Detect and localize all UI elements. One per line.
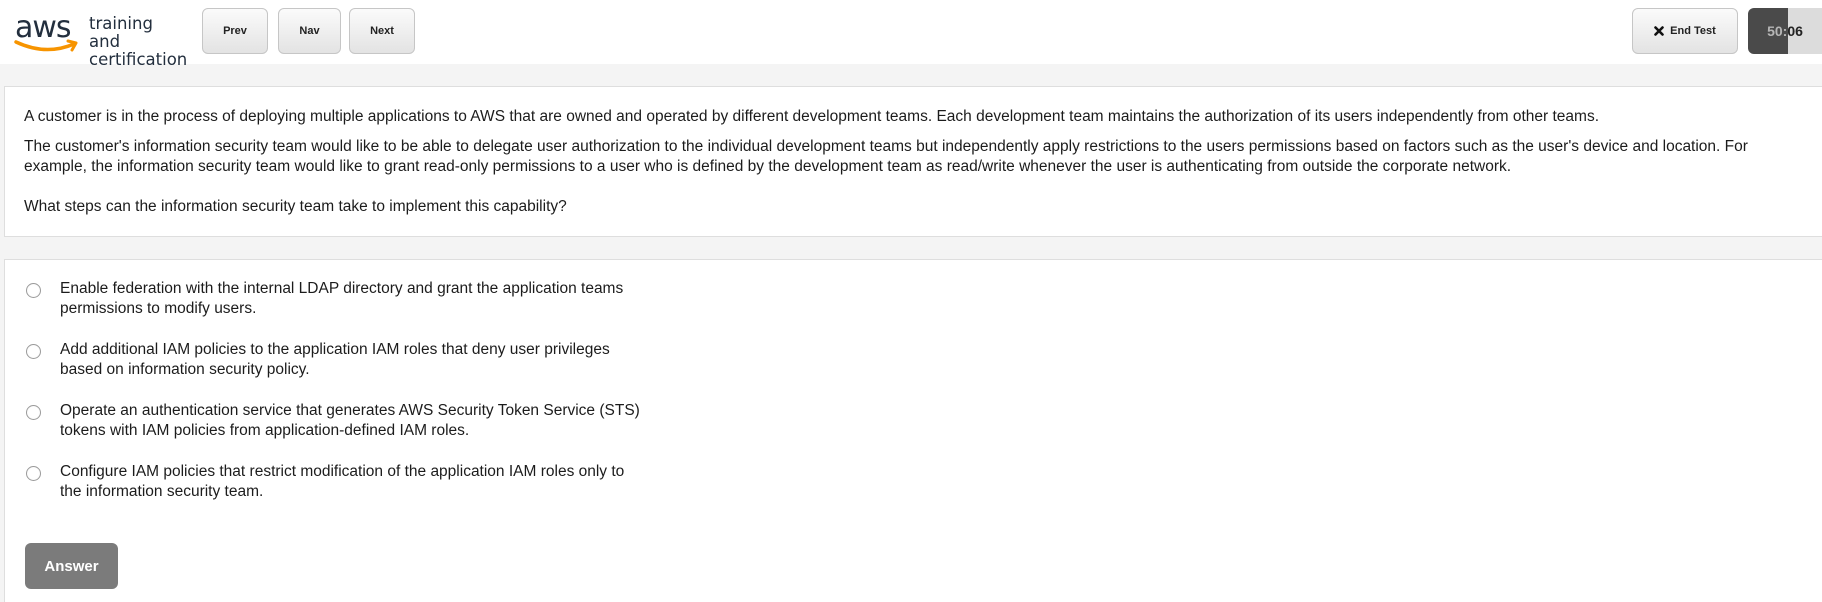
question-paragraph: The customer's information security team… (24, 138, 1748, 175)
end-test-label: End Test (1670, 25, 1716, 37)
answer-option[interactable]: Enable federation with the internal LDAP… (23, 279, 643, 323)
question-panel: A customer is in the process of deployin… (4, 86, 1822, 237)
nav-button[interactable]: Nav (278, 8, 341, 54)
answer-option-label[interactable]: Configure IAM policies that restrict mod… (60, 462, 640, 502)
prev-button[interactable]: Prev (202, 8, 268, 54)
radio-button[interactable] (26, 405, 41, 420)
radio-button[interactable] (26, 344, 41, 359)
top-bar: aws training and certification Prev Nav … (0, 0, 1822, 69)
radio-button[interactable] (26, 466, 41, 481)
question-paragraph: A customer is in the process of deployin… (24, 108, 1599, 125)
answer-options-panel: Enable federation with the internal LDAP… (4, 259, 1822, 602)
question-prompt: What steps can the information security … (24, 198, 567, 215)
aws-logo-icon: aws (14, 10, 78, 52)
answer-option-label[interactable]: Enable federation with the internal LDAP… (60, 279, 640, 319)
logo-text-line2: certification (89, 50, 188, 69)
end-test-button[interactable]: End Test (1632, 8, 1738, 54)
answer-option-label[interactable]: Operate an authentication service that g… (60, 401, 640, 441)
radio-button[interactable] (26, 283, 41, 298)
logo-text-line1: training and (89, 14, 153, 51)
answer-button[interactable]: Answer (25, 543, 118, 589)
timer-value: 50:06 (1767, 23, 1803, 39)
answer-option[interactable]: Add additional IAM policies to the appli… (23, 340, 643, 384)
answer-option-label[interactable]: Add additional IAM policies to the appli… (60, 340, 640, 380)
answer-option[interactable]: Configure IAM policies that restrict mod… (23, 462, 643, 506)
answer-option[interactable]: Operate an authentication service that g… (23, 401, 643, 445)
next-button[interactable]: Next (349, 8, 415, 54)
aws-training-logo: aws training and certification (14, 10, 187, 69)
close-x-icon (1654, 26, 1664, 36)
logo-text: training and certification (89, 15, 187, 69)
countdown-timer: 50:06 (1748, 8, 1822, 54)
aws-wordmark: aws (15, 10, 71, 45)
